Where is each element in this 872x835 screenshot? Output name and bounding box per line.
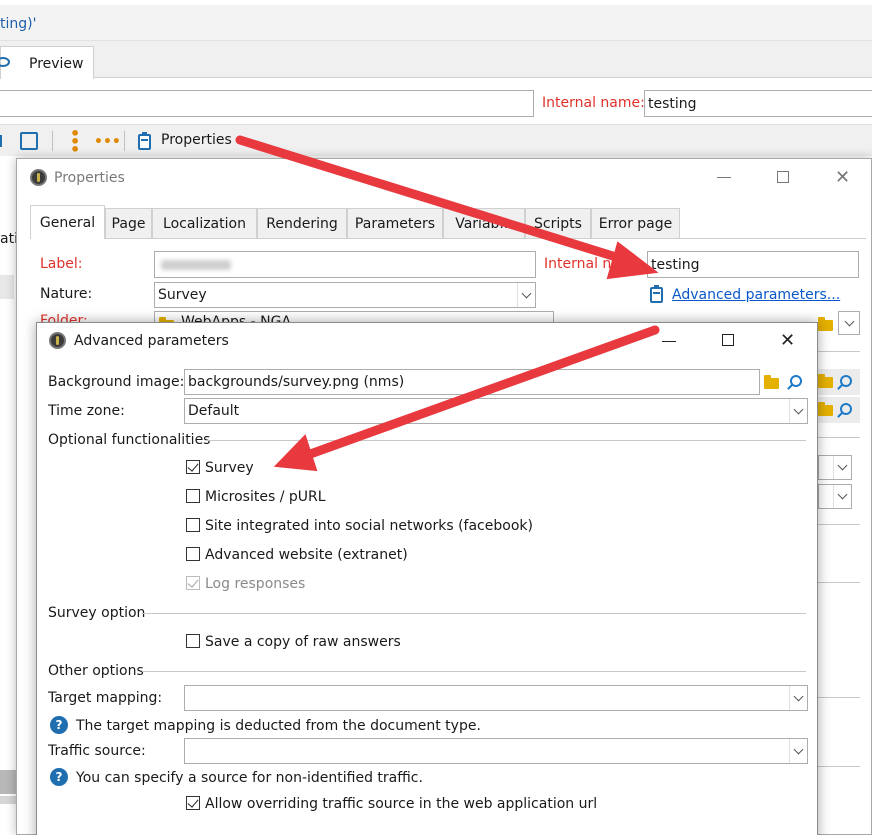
- tab-general[interactable]: General: [30, 205, 105, 239]
- arrow-2-head: [273, 434, 318, 472]
- tab-general-label: General: [39, 214, 96, 231]
- arrow-1-head: [606, 241, 659, 280]
- annotation-arrows: [235, 135, 660, 472]
- arrow-2-shaft: [297, 325, 660, 462]
- arrow-1-shaft: [235, 135, 637, 267]
